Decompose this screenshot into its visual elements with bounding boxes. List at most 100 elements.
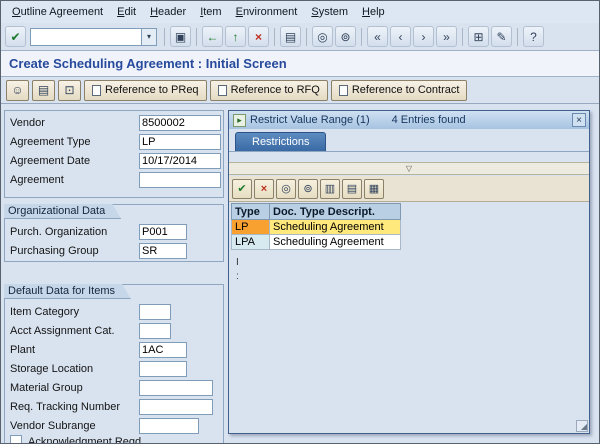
menu-help[interactable]: Help [355, 3, 392, 21]
find-next-icon[interactable]: ⊚ [335, 26, 356, 47]
close-icon[interactable]: × [572, 113, 586, 127]
agreement-type-input[interactable] [139, 134, 221, 150]
document-icon [217, 84, 227, 96]
acknowledgment-label: Acknowledgment Reqd [28, 436, 142, 444]
menu-outline-agreement[interactable]: Outline Agreement [5, 3, 110, 21]
reference-to-contract-button[interactable]: Reference to Contract [330, 79, 468, 101]
cancel-icon[interactable]: × [254, 178, 274, 199]
purchasing-group-input[interactable] [139, 243, 187, 259]
cancel-icon[interactable]: × [248, 26, 269, 47]
agreement-input[interactable] [139, 172, 221, 188]
document-icon [338, 84, 348, 96]
acct-assignment-cat-input[interactable] [139, 323, 171, 339]
print-icon[interactable]: ▤ [280, 26, 301, 47]
menu-item[interactable]: Item [193, 3, 228, 21]
doc-type-description-cell[interactable]: Scheduling Agreement [269, 219, 401, 235]
vendor-input[interactable] [139, 115, 221, 131]
command-field: ▾ [30, 27, 157, 46]
value-range-icon: ▸ [233, 113, 246, 127]
last-page-icon[interactable]: » [436, 26, 457, 47]
material-group-input[interactable] [139, 380, 213, 396]
page-title: Create Scheduling Agreement : Initial Sc… [9, 56, 287, 71]
entries-found-status: 4 Entries found [391, 114, 466, 126]
toolbar-separator [196, 27, 197, 46]
person-icon[interactable]: ☺ [6, 79, 29, 101]
toolbar-separator [462, 27, 463, 46]
command-input[interactable] [30, 27, 142, 46]
help-icon[interactable]: ? [523, 26, 544, 47]
menu-header[interactable]: Header [143, 3, 193, 21]
agreement-type-label: Agreement Type [10, 136, 91, 148]
next-page-icon[interactable]: › [413, 26, 434, 47]
back-icon[interactable]: ← [202, 26, 223, 47]
sap-window: Outline Agreement Edit Header Item Envir… [0, 0, 600, 444]
toolbar-separator [274, 27, 275, 46]
acknowledgment-checkbox[interactable] [10, 435, 22, 443]
reference-to-rfq-button[interactable]: Reference to RFQ [209, 79, 328, 101]
storage-location-input[interactable] [139, 361, 187, 377]
collapse-divider[interactable]: ▽ [229, 162, 589, 175]
tab-strip-divider [229, 151, 589, 152]
plant-input[interactable] [139, 342, 187, 358]
agreement-label: Agreement [10, 174, 64, 186]
reference-to-preq-button[interactable]: Reference to PReq [84, 79, 207, 101]
menu-environment[interactable]: Environment [229, 3, 305, 21]
restrict-value-range-dialog: ▸ Restrict Value Range (1) 4 Entries fou… [228, 110, 590, 434]
vendor-subrange-label: Vendor Subrange [10, 420, 96, 432]
doc-type-table: Type Doc. Type Descript. LP Scheduling A… [231, 203, 401, 250]
resize-grip[interactable]: ◢ [576, 420, 588, 432]
default-data-group: Default Data for Items Item Category Acc… [4, 284, 224, 444]
doc-type-cell[interactable]: LPA [231, 234, 270, 250]
item-category-input[interactable] [139, 304, 171, 320]
print-icon[interactable]: ▤ [342, 178, 362, 199]
reference-to-rfq-label: Reference to RFQ [230, 84, 320, 96]
toolbar-separator [306, 27, 307, 46]
save-icon[interactable]: ▣ [170, 26, 191, 47]
table-settings-icon[interactable]: ▦ [364, 178, 384, 199]
new-session-icon[interactable]: ⊞ [468, 26, 489, 47]
stray-mark: I [236, 257, 239, 268]
find-icon[interactable]: ◎ [276, 178, 296, 199]
agreement-date-label: Agreement Date [10, 155, 91, 167]
copy-icon[interactable]: ⊡ [58, 79, 81, 101]
vendor-subrange-input[interactable] [139, 418, 199, 434]
organizational-data-title: Organizational Data [4, 204, 121, 219]
table-row[interactable]: LPA Scheduling Agreement [231, 234, 401, 250]
table-row[interactable]: LP Scheduling Agreement [231, 219, 401, 235]
print-preview-icon[interactable]: ▤ [32, 79, 55, 101]
first-page-icon[interactable]: « [367, 26, 388, 47]
material-group-label: Material Group [10, 382, 83, 394]
reference-to-contract-label: Reference to Contract [351, 84, 460, 96]
plant-label: Plant [10, 344, 36, 356]
req-tracking-number-label: Req. Tracking Number [10, 401, 121, 413]
exit-icon[interactable]: ↑ [225, 26, 246, 47]
column-header-description: Doc. Type Descript. [269, 203, 401, 220]
purch-organization-label: Purch. Organization [10, 226, 108, 238]
acct-assignment-cat-label: Acct Assignment Cat. [10, 325, 115, 337]
dialog-title-bar[interactable]: ▸ Restrict Value Range (1) 4 Entries fou… [229, 111, 589, 129]
menu-system[interactable]: System [304, 3, 355, 21]
menu-bar: Outline Agreement Edit Header Item Envir… [1, 1, 599, 23]
purchasing-group-label: Purchasing Group [10, 245, 99, 257]
tab-restrictions[interactable]: Restrictions [235, 132, 327, 151]
menu-edit[interactable]: Edit [110, 3, 143, 21]
enter-icon[interactable]: ✔ [5, 26, 26, 47]
find-next-icon[interactable]: ⊚ [298, 178, 318, 199]
vendor-label: Vendor [10, 117, 45, 129]
previous-page-icon[interactable]: ‹ [390, 26, 411, 47]
create-shortcut-icon[interactable]: ✎ [491, 26, 512, 47]
table-header-row: Type Doc. Type Descript. [231, 203, 401, 220]
req-tracking-number-input[interactable] [139, 399, 213, 415]
find-icon[interactable]: ◎ [312, 26, 333, 47]
confirm-icon[interactable]: ✔ [232, 178, 252, 199]
toolbar-separator [361, 27, 362, 46]
agreement-date-input[interactable] [139, 153, 221, 169]
doc-type-description-cell[interactable]: Scheduling Agreement [269, 234, 401, 250]
chevron-down-icon[interactable]: ▾ [142, 27, 157, 46]
toolbar-separator [517, 27, 518, 46]
sort-icon[interactable]: ▥ [320, 178, 340, 199]
doc-type-cell[interactable]: LP [231, 219, 270, 235]
dialog-toolbar: ✔ × ◎ ⊚ ▥ ▤ ▦ [229, 176, 589, 202]
application-toolbar: ☺ ▤ ⊡ Reference to PReq Reference to RFQ… [1, 77, 599, 104]
purch-organization-input[interactable] [139, 224, 187, 240]
